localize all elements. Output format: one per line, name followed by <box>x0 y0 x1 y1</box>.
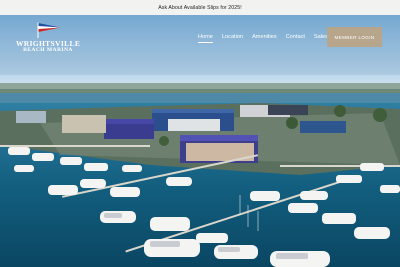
announcement-text[interactable]: Ask About Available Slips for 2025! <box>158 5 242 11</box>
marina-logo[interactable]: WRIGHTSVILLE BEACH MARINA <box>15 22 81 56</box>
announcement-bar[interactable]: Ask About Available Slips for 2025! <box>0 0 400 15</box>
nav-contact-link[interactable]: Contact <box>286 34 305 43</box>
logo-text-line2: BEACH MARINA <box>23 47 73 53</box>
member-login-button[interactable]: MEMBER LOGIN <box>327 27 382 47</box>
nav-sales-link[interactable]: Sales <box>314 34 328 43</box>
main-nav: Home Location Amenities Contact Sales <box>198 34 328 43</box>
burgee-flag-icon <box>37 22 61 38</box>
nav-home-link[interactable]: Home <box>198 34 213 43</box>
nav-location-link[interactable]: Location <box>222 34 243 43</box>
nav-amenities-link[interactable]: Amenities <box>252 34 277 43</box>
